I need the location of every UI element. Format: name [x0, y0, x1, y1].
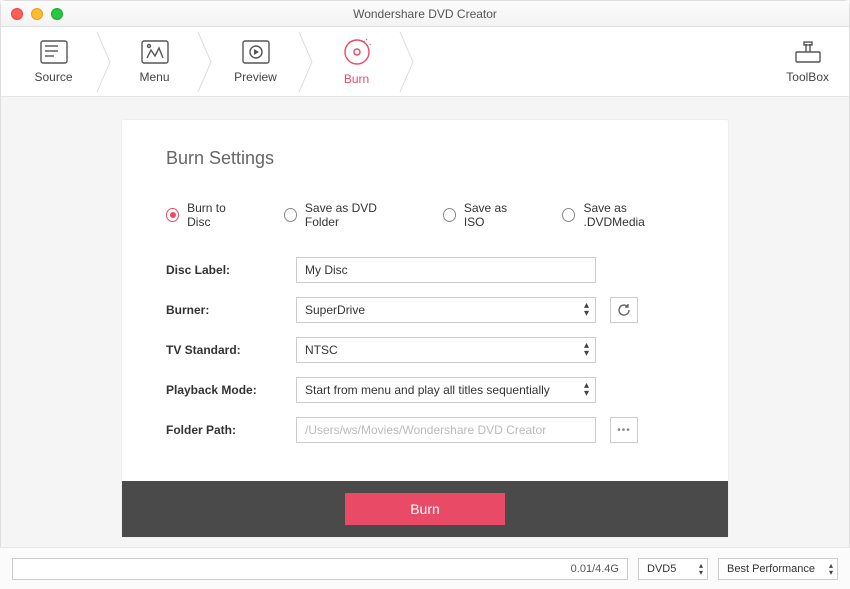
chevron-icon [96, 27, 112, 97]
ellipsis-icon: ••• [617, 425, 631, 436]
burner-value: SuperDrive [305, 303, 365, 317]
toolbox-button[interactable]: ToolBox [786, 40, 829, 84]
quality-select[interactable]: Best Performance ▴▾ [718, 558, 838, 580]
folder-path-label: Folder Path: [166, 423, 296, 437]
toolbox-icon [794, 40, 822, 64]
step-source[interactable]: Source [11, 27, 96, 96]
browse-folder-button[interactable]: ••• [610, 417, 638, 443]
step-navigation: Source Menu Preview Burn ToolBox [1, 27, 849, 97]
source-icon [40, 40, 68, 64]
step-menu-label: Menu [139, 70, 169, 84]
updown-icon: ▴▾ [699, 562, 703, 576]
radio-burn-to-disc[interactable]: Burn to Disc [166, 201, 248, 229]
maximize-window-button[interactable] [51, 8, 63, 20]
minimize-window-button[interactable] [31, 8, 43, 20]
panel-footer: Burn [122, 481, 728, 537]
tv-standard-select[interactable]: NTSC ▴▾ [296, 337, 596, 363]
radio-save-dvd-folder[interactable]: Save as DVD Folder [284, 201, 407, 229]
updown-icon: ▴▾ [584, 342, 589, 358]
quality-value: Best Performance [727, 563, 815, 575]
playback-mode-select[interactable]: Start from menu and play all titles sequ… [296, 377, 596, 403]
chevron-icon [197, 27, 213, 97]
window-titlebar: Wondershare DVD Creator [1, 1, 849, 27]
chevron-icon [298, 27, 314, 97]
step-preview-label: Preview [234, 70, 277, 84]
step-menu[interactable]: Menu [112, 27, 197, 96]
main-area: Burn Settings Burn to Disc Save as DVD F… [1, 97, 849, 538]
burner-label: Burner: [166, 303, 296, 317]
radio-icon [562, 208, 575, 222]
burn-button[interactable]: Burn [345, 493, 505, 525]
close-window-button[interactable] [11, 8, 23, 20]
burn-icon [343, 38, 371, 66]
refresh-icon [617, 303, 631, 317]
window-title: Wondershare DVD Creator [1, 7, 849, 21]
menu-icon [141, 40, 169, 64]
playback-mode-label: Playback Mode: [166, 383, 296, 397]
radio-label: Save as DVD Folder [305, 201, 407, 229]
radio-save-iso[interactable]: Save as ISO [443, 201, 527, 229]
status-bar: 0.01/4.4G DVD5 ▴▾ Best Performance ▴▾ [0, 547, 850, 589]
radio-icon [284, 208, 297, 222]
output-mode-radios: Burn to Disc Save as DVD Folder Save as … [166, 201, 684, 229]
radio-icon [443, 208, 456, 222]
folder-path-input [296, 417, 596, 443]
preview-icon [242, 40, 270, 64]
updown-icon: ▴▾ [584, 302, 589, 318]
disc-type-value: DVD5 [647, 563, 676, 575]
toolbox-label: ToolBox [786, 70, 829, 84]
step-burn[interactable]: Burn [314, 27, 399, 96]
radio-save-dvdmedia[interactable]: Save as .DVDMedia [562, 201, 684, 229]
burn-settings-panel: Burn Settings Burn to Disc Save as DVD F… [121, 119, 729, 538]
disc-type-select[interactable]: DVD5 ▴▾ [638, 558, 708, 580]
updown-icon: ▴▾ [584, 382, 589, 398]
capacity-text: 0.01/4.4G [571, 563, 619, 575]
step-burn-label: Burn [344, 72, 369, 86]
radio-label: Save as .DVDMedia [583, 201, 684, 229]
step-source-label: Source [34, 70, 72, 84]
tv-standard-label: TV Standard: [166, 343, 296, 357]
step-preview[interactable]: Preview [213, 27, 298, 96]
capacity-bar: 0.01/4.4G [12, 558, 628, 580]
radio-label: Burn to Disc [187, 201, 248, 229]
tv-standard-value: NTSC [305, 343, 338, 357]
chevron-icon [399, 27, 415, 97]
updown-icon: ▴▾ [829, 562, 833, 576]
panel-title: Burn Settings [166, 148, 684, 169]
burner-select[interactable]: SuperDrive ▴▾ [296, 297, 596, 323]
radio-icon [166, 208, 179, 222]
disc-label-label: Disc Label: [166, 263, 296, 277]
radio-label: Save as ISO [464, 201, 527, 229]
disc-label-input[interactable] [296, 257, 596, 283]
playback-mode-value: Start from menu and play all titles sequ… [305, 383, 550, 397]
refresh-burner-button[interactable] [610, 297, 638, 323]
